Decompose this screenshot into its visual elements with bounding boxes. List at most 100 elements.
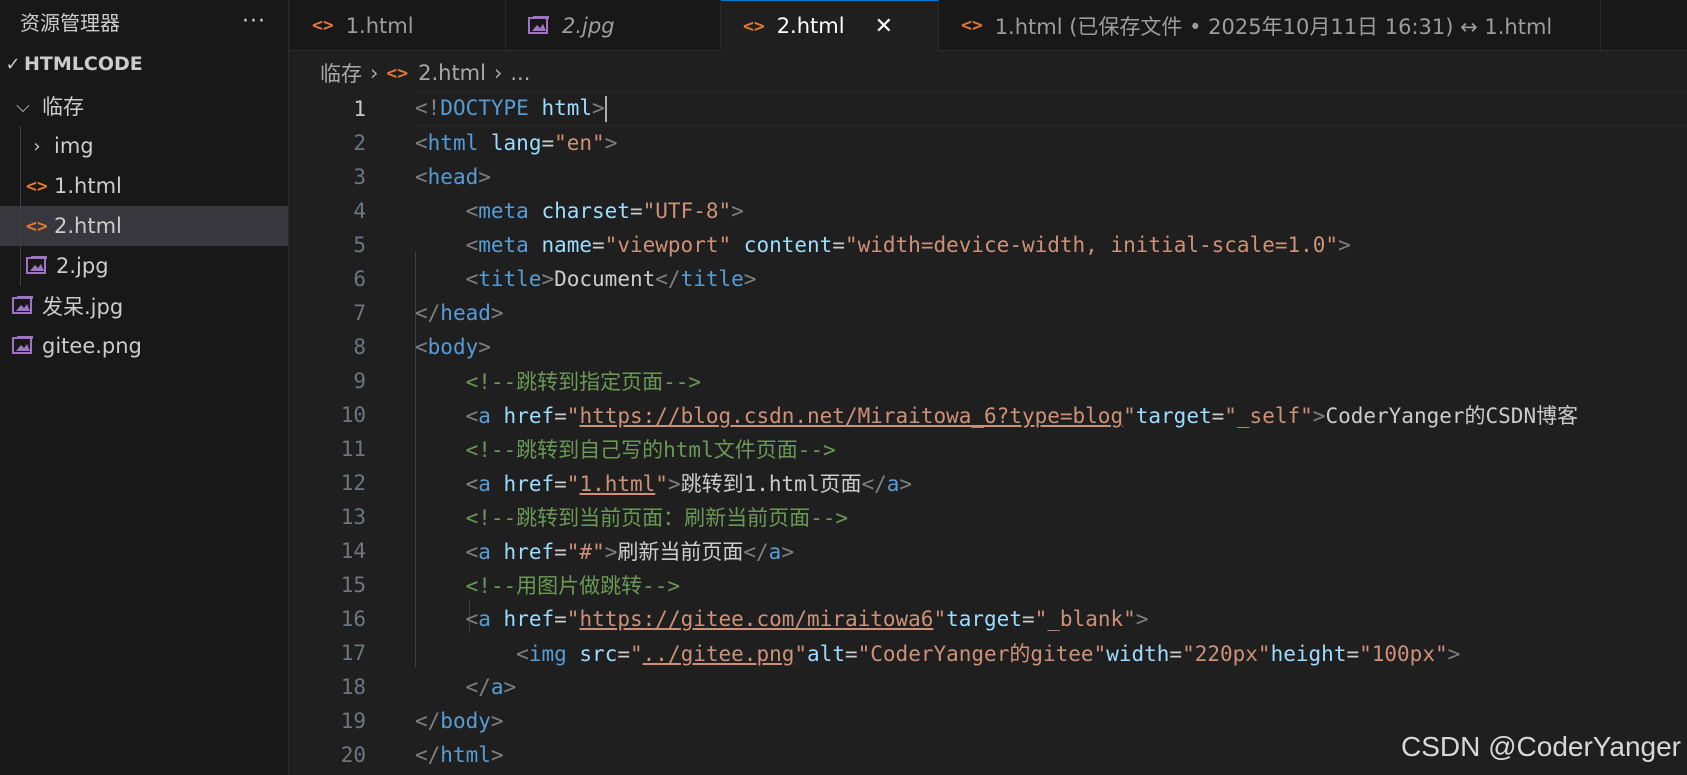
- line-number: 20: [340, 743, 366, 767]
- tab-label: 1.html: [345, 13, 414, 38]
- line-number: 19: [340, 709, 366, 733]
- line-number: 12: [340, 471, 366, 495]
- html-file-icon: <>: [26, 175, 48, 197]
- code-line: 5 <meta name="viewport" content="width=d…: [290, 228, 1350, 262]
- html-file-icon: <>: [961, 15, 983, 36]
- line-number: 7: [353, 301, 366, 325]
- line-number: 16: [340, 607, 366, 631]
- image-file-icon: [26, 256, 48, 276]
- code-text: <a href="https://gitee.com/miraitowa6"ta…: [465, 607, 1149, 631]
- code-line: 20 </html>: [290, 738, 504, 772]
- line-number: 1: [353, 97, 366, 121]
- tree-item-label: 发呆.jpg: [42, 295, 124, 319]
- code-text: <!DOCTYPE html>: [415, 96, 607, 122]
- code-text: </head>: [415, 301, 504, 325]
- code-line: 10 <a href="https://blog.csdn.net/Mirait…: [290, 398, 1578, 432]
- chevron-right-icon: ›: [493, 61, 503, 85]
- tab-label: 2.html: [776, 14, 845, 38]
- image-file-icon: [528, 15, 550, 36]
- tree-item-2jpg[interactable]: 2.jpg: [0, 246, 288, 286]
- code-line: 9 <!--跳转到指定页面-->: [290, 364, 701, 398]
- line-number: 2: [353, 131, 366, 155]
- html-file-icon: <>: [743, 15, 765, 37]
- editor-tabs: <> 1.html 2.jpg <> 2.html ✕ <> 1.html (已…: [290, 0, 1687, 51]
- explorer-sidebar: 资源管理器 ··· ✓ HTMLCODE ⌵ 临存 › img <> 1.htm…: [0, 0, 289, 775]
- explorer-title: 资源管理器: [20, 10, 120, 35]
- workspace-root[interactable]: ✓ HTMLCODE: [0, 42, 288, 86]
- tree-item-giteepng[interactable]: gitee.png: [0, 326, 288, 366]
- line-number: 5: [353, 233, 366, 257]
- code-line: 4 <meta charset="UTF-8">: [290, 194, 743, 228]
- html-file-icon: <>: [386, 62, 409, 84]
- code-line: 17 <img src="../gitee.png"alt="CoderYang…: [290, 636, 1461, 670]
- breadcrumb: 临存 › <> 2.html › ...: [320, 56, 530, 90]
- code-text: <!--跳转到指定页面-->: [415, 370, 702, 394]
- code-text: <a href="1.html">跳转到1.html页面</a>: [465, 472, 913, 496]
- explorer-header: 资源管理器 ···: [0, 0, 288, 42]
- code-editor[interactable]: 1 <!DOCTYPE html> 2 <html lang="en"> 3 <…: [290, 92, 1687, 775]
- code-line: 11 <!--跳转到自己写的html文件页面-->: [290, 432, 836, 466]
- code-text: <head>: [415, 165, 491, 189]
- tab-1html[interactable]: <> 1.html: [290, 0, 506, 51]
- line-number: 4: [353, 199, 366, 223]
- tree-item-1html[interactable]: <> 1.html: [0, 166, 288, 206]
- line-number: 9: [353, 369, 366, 393]
- image-file-icon: [12, 296, 34, 316]
- code-text: </html>: [415, 743, 504, 767]
- code-line: 8 <body>: [290, 330, 491, 364]
- chevron-right-icon: ›: [370, 61, 379, 85]
- tree-item-label: 1.html: [54, 174, 122, 198]
- code-line: 2 <html lang="en">: [290, 126, 617, 160]
- indent-guide: [20, 206, 21, 246]
- breadcrumb-folder[interactable]: 临存: [320, 58, 362, 88]
- code-text: <!--用图片做跳转-->: [415, 574, 681, 598]
- tree-item-folder-img[interactable]: › img: [0, 126, 288, 166]
- code-line: 13 <!--跳转到当前页面：刷新当前页面-->: [290, 500, 848, 534]
- close-icon[interactable]: ✕: [875, 14, 893, 39]
- code-text: <a href="https://blog.csdn.net/Miraitowa…: [465, 404, 1579, 428]
- chevron-down-icon: ✓: [5, 53, 21, 75]
- code-line: 1 <!DOCTYPE html>: [290, 92, 607, 126]
- tree-item-label: 2.jpg: [56, 254, 109, 278]
- code-line: 7 </head>: [290, 296, 503, 330]
- image-file-icon: [12, 336, 34, 356]
- breadcrumb-rest[interactable]: ...: [510, 61, 530, 85]
- line-number: 13: [340, 505, 366, 529]
- code-text: <meta name="viewport" content="width=dev…: [465, 233, 1351, 257]
- code-text: </a>: [465, 675, 517, 699]
- line-number: 6: [353, 267, 366, 291]
- watermark: CSDN @CoderYanger: [1400, 731, 1681, 762]
- html-file-icon: <>: [26, 215, 48, 237]
- line-number: 14: [340, 539, 366, 563]
- tree-item-2html[interactable]: <> 2.html: [0, 206, 288, 246]
- code-text: <body>: [415, 335, 491, 359]
- line-number: 8: [353, 335, 366, 359]
- code-line: 19 </body>: [290, 704, 504, 738]
- code-line: 16 <a href="https://gitee.com/miraitowa6…: [290, 602, 1149, 636]
- more-actions-icon[interactable]: ···: [242, 9, 266, 34]
- tree-item-label: img: [54, 134, 94, 158]
- chevron-down-icon: ⌵: [16, 95, 30, 117]
- tree-item-发呆jpg[interactable]: 发呆.jpg: [0, 286, 288, 326]
- tab-label: 1.html (已保存文件 • 2025年10月11日 16:31) ↔ 1.h…: [994, 14, 1553, 39]
- line-number: 17: [340, 641, 366, 665]
- tab-2html[interactable]: <> 2.html ✕: [721, 0, 939, 51]
- line-number: 15: [340, 573, 366, 597]
- tree-item-folder-临存[interactable]: ⌵ 临存: [0, 86, 288, 126]
- breadcrumb-file[interactable]: 2.html: [418, 61, 486, 85]
- tree-item-label: 2.html: [54, 214, 122, 238]
- line-number: 3: [353, 165, 366, 189]
- line-number: 10: [340, 403, 366, 427]
- indent-guide: [20, 126, 21, 166]
- code-text: </body>: [415, 709, 504, 733]
- code-text: <meta charset="UTF-8">: [465, 199, 744, 223]
- workspace-root-label: HTMLCODE: [24, 53, 143, 75]
- code-text: <html lang="en">: [415, 131, 618, 155]
- tab-2jpg[interactable]: 2.jpg: [506, 0, 721, 51]
- line-number: 18: [340, 675, 366, 699]
- tab-1html-diff[interactable]: <> 1.html (已保存文件 • 2025年10月11日 16:31) ↔ …: [939, 0, 1601, 51]
- code-line: 15 <!--用图片做跳转-->: [290, 568, 680, 602]
- indent-guide: [20, 246, 21, 286]
- code-text: <img src="../gitee.png"alt="CoderYanger的…: [516, 642, 1461, 666]
- code-line: 3 <head>: [290, 160, 491, 194]
